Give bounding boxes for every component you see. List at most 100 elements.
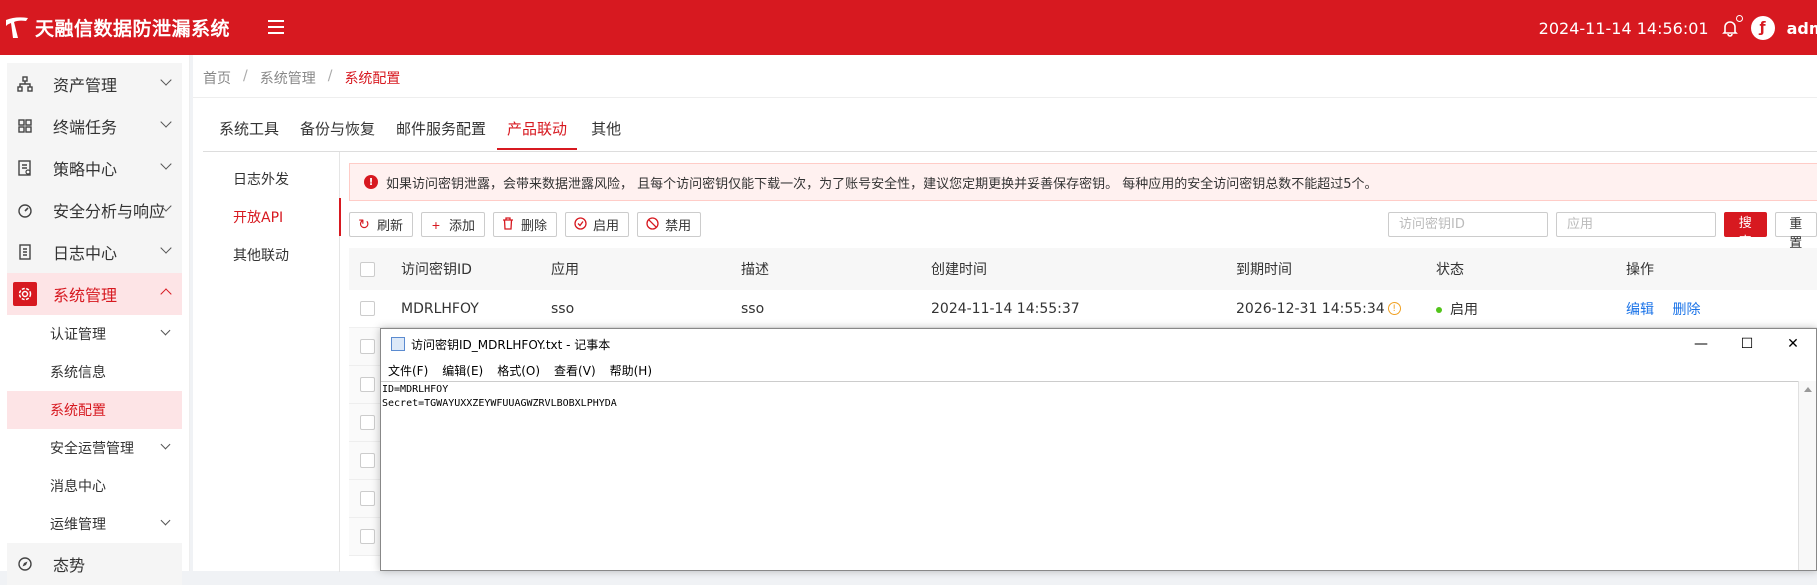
username[interactable]: admi	[1787, 19, 1817, 38]
menu-file[interactable]: 文件(F)	[388, 362, 428, 379]
tab-system-tools[interactable]: 系统工具	[219, 118, 288, 150]
add-button[interactable]: + 添加	[421, 212, 485, 237]
sidebar-subitem-label: 安全运营管理	[50, 438, 134, 458]
chevron-down-icon	[160, 116, 171, 127]
chevron-down-icon	[160, 158, 171, 169]
refresh-button[interactable]: ↻ 刷新	[349, 212, 413, 237]
sidebar-subitem-auth[interactable]: 认证管理	[7, 315, 182, 353]
gear-icon	[13, 282, 37, 306]
compass-icon	[13, 552, 37, 576]
delete-link[interactable]: 删除	[1672, 302, 1700, 318]
sidebar-subitem-message-center[interactable]: 消息中心	[7, 467, 182, 505]
scroll-up-icon[interactable]	[1804, 387, 1812, 392]
config-tabs: 系统工具 备份与恢复 邮件服务配置 产品联动 其他	[219, 118, 642, 150]
sidebar-item-assets[interactable]: 资产管理	[7, 63, 182, 105]
app-title: 天融信数据防泄漏系统	[35, 14, 230, 41]
column-header: 应用	[551, 259, 741, 279]
toolbar: ↻ 刷新 + 添加 删除 启用 禁用	[349, 212, 701, 237]
linkage-subnav: 日志外发 开放API 其他联动	[193, 152, 340, 572]
app-logo: 天融信数据防泄漏系统	[0, 10, 230, 44]
sidebar-item-policy[interactable]: 策略中心	[7, 147, 182, 189]
text-line: ID=MDRLHFOY	[382, 383, 1798, 397]
sidebar-item-label: 日志中心	[53, 240, 117, 264]
minimize-icon[interactable]: —	[1678, 329, 1724, 359]
breadcrumb-parent[interactable]: 系统管理	[260, 68, 316, 88]
sidebar-item-terminal-task[interactable]: 终端任务	[7, 105, 182, 147]
row-checkbox[interactable]	[360, 339, 375, 354]
tab-mail-service[interactable]: 邮件服务配置	[396, 118, 495, 150]
sidebar-item-label: 终端任务	[53, 114, 117, 138]
cell-actions: 编辑 删除	[1626, 299, 1776, 319]
sidebar-item-label: 策略中心	[53, 156, 117, 180]
column-header: 创建时间	[931, 259, 1236, 279]
menu-view[interactable]: 查看(V)	[554, 362, 596, 379]
ban-icon	[645, 217, 659, 233]
datetime: 2024-11-14 14:56:01	[1539, 19, 1709, 38]
text-line: Secret=TGWAYUXXZEYWFUUAGWZRVLBOBXLPHYDA	[382, 397, 1798, 411]
table-row: MDRLHFOY sso sso 2024-11-14 14:55:37 202…	[349, 290, 1817, 328]
select-all-checkbox[interactable]	[360, 262, 375, 277]
sidebar-item-log-center[interactable]: 日志中心	[7, 231, 182, 273]
log-icon	[13, 240, 37, 264]
notepad-text-area[interactable]: ID=MDRLHFOY Secret=TGWAYUXXZEYWFUUAGWZRV…	[381, 381, 1798, 570]
reset-button[interactable]: 重置	[1775, 212, 1817, 237]
menu-help[interactable]: 帮助(H)	[610, 362, 652, 379]
breadcrumb-home[interactable]: 首页	[203, 68, 231, 88]
menu-toggle-icon[interactable]	[268, 16, 288, 36]
app-search-input[interactable]	[1556, 212, 1716, 237]
warning-alert: ! 如果访问密钥泄露，会带来数据泄露风险， 且每个访问密钥仅能下载一次，为了账号…	[349, 163, 1817, 201]
subnav-log-forward[interactable]: 日志外发	[193, 160, 339, 198]
notepad-file-icon	[391, 337, 405, 351]
row-checkbox[interactable]	[360, 377, 375, 392]
notepad-titlebar[interactable]: 访问密钥ID_MDRLHFOY.txt - 记事本 — ☐ ✕	[381, 329, 1816, 359]
maximize-icon[interactable]: ☐	[1724, 329, 1770, 359]
sidebar-subitem-system-info[interactable]: 系统信息	[7, 353, 182, 391]
disable-button[interactable]: 禁用	[637, 212, 701, 237]
tab-other[interactable]: 其他	[591, 118, 630, 150]
logo-mark-icon	[0, 10, 34, 44]
menu-format[interactable]: 格式(O)	[497, 362, 540, 379]
search-button[interactable]: 搜索	[1724, 212, 1767, 237]
notepad-title: 访问密钥ID_MDRLHFOY.txt - 记事本	[411, 336, 610, 353]
sidebar-item-system-management[interactable]: 系统管理	[7, 273, 182, 315]
row-checkbox[interactable]	[360, 491, 375, 506]
search-area: 搜索 重置	[1388, 212, 1817, 237]
warning-icon[interactable]: !	[1388, 302, 1401, 315]
sidebar-item-label: 态势	[53, 552, 85, 576]
notepad-window: 访问密钥ID_MDRLHFOY.txt - 记事本 — ☐ ✕ 文件(F) 编辑…	[380, 328, 1817, 571]
chevron-down-icon	[161, 516, 171, 526]
tab-product-linkage[interactable]: 产品联动	[497, 118, 577, 150]
enable-button[interactable]: 启用	[565, 212, 629, 237]
bell-icon[interactable]	[1721, 19, 1739, 37]
row-checkbox[interactable]	[360, 415, 375, 430]
sidebar-subitem-system-config[interactable]: 系统配置	[7, 391, 182, 429]
cell-expires: 2026-12-31 14:55:34!	[1236, 301, 1436, 317]
cell-description: sso	[741, 301, 931, 317]
sidebar-item-situation[interactable]: 态势	[7, 543, 182, 585]
sidebar-item-security-analysis[interactable]: 安全分析与响应	[7, 189, 182, 231]
vertical-scrollbar[interactable]	[1798, 381, 1816, 570]
avatar[interactable]: ƒ	[1751, 16, 1775, 40]
row-checkbox[interactable]	[360, 529, 375, 544]
subnav-open-api[interactable]: 开放API	[193, 198, 339, 236]
edit-link[interactable]: 编辑	[1626, 302, 1654, 318]
check-circle-icon	[573, 217, 587, 233]
sidebar-subitem-ops-management[interactable]: 运维管理	[7, 505, 182, 543]
row-checkbox[interactable]	[360, 301, 375, 316]
sidebar-item-label: 资产管理	[53, 72, 117, 96]
plus-icon: +	[429, 217, 443, 233]
sidebar-subitem-label: 运维管理	[50, 514, 106, 534]
cell-key-id: MDRLHFOY	[401, 301, 551, 317]
column-header: 操作	[1626, 259, 1776, 279]
breadcrumb: 首页 / 系统管理 / 系统配置	[203, 68, 400, 88]
close-icon[interactable]: ✕	[1770, 329, 1816, 359]
chevron-down-icon	[161, 440, 171, 450]
sidebar-subitem-security-ops[interactable]: 安全运营管理	[7, 429, 182, 467]
column-header: 描述	[741, 259, 931, 279]
delete-button[interactable]: 删除	[493, 212, 557, 237]
key-id-search-input[interactable]	[1388, 212, 1548, 237]
row-checkbox[interactable]	[360, 453, 375, 468]
subnav-other-linkage[interactable]: 其他联动	[193, 236, 339, 274]
tab-backup-restore[interactable]: 备份与恢复	[300, 118, 384, 150]
menu-edit[interactable]: 编辑(E)	[442, 362, 483, 379]
